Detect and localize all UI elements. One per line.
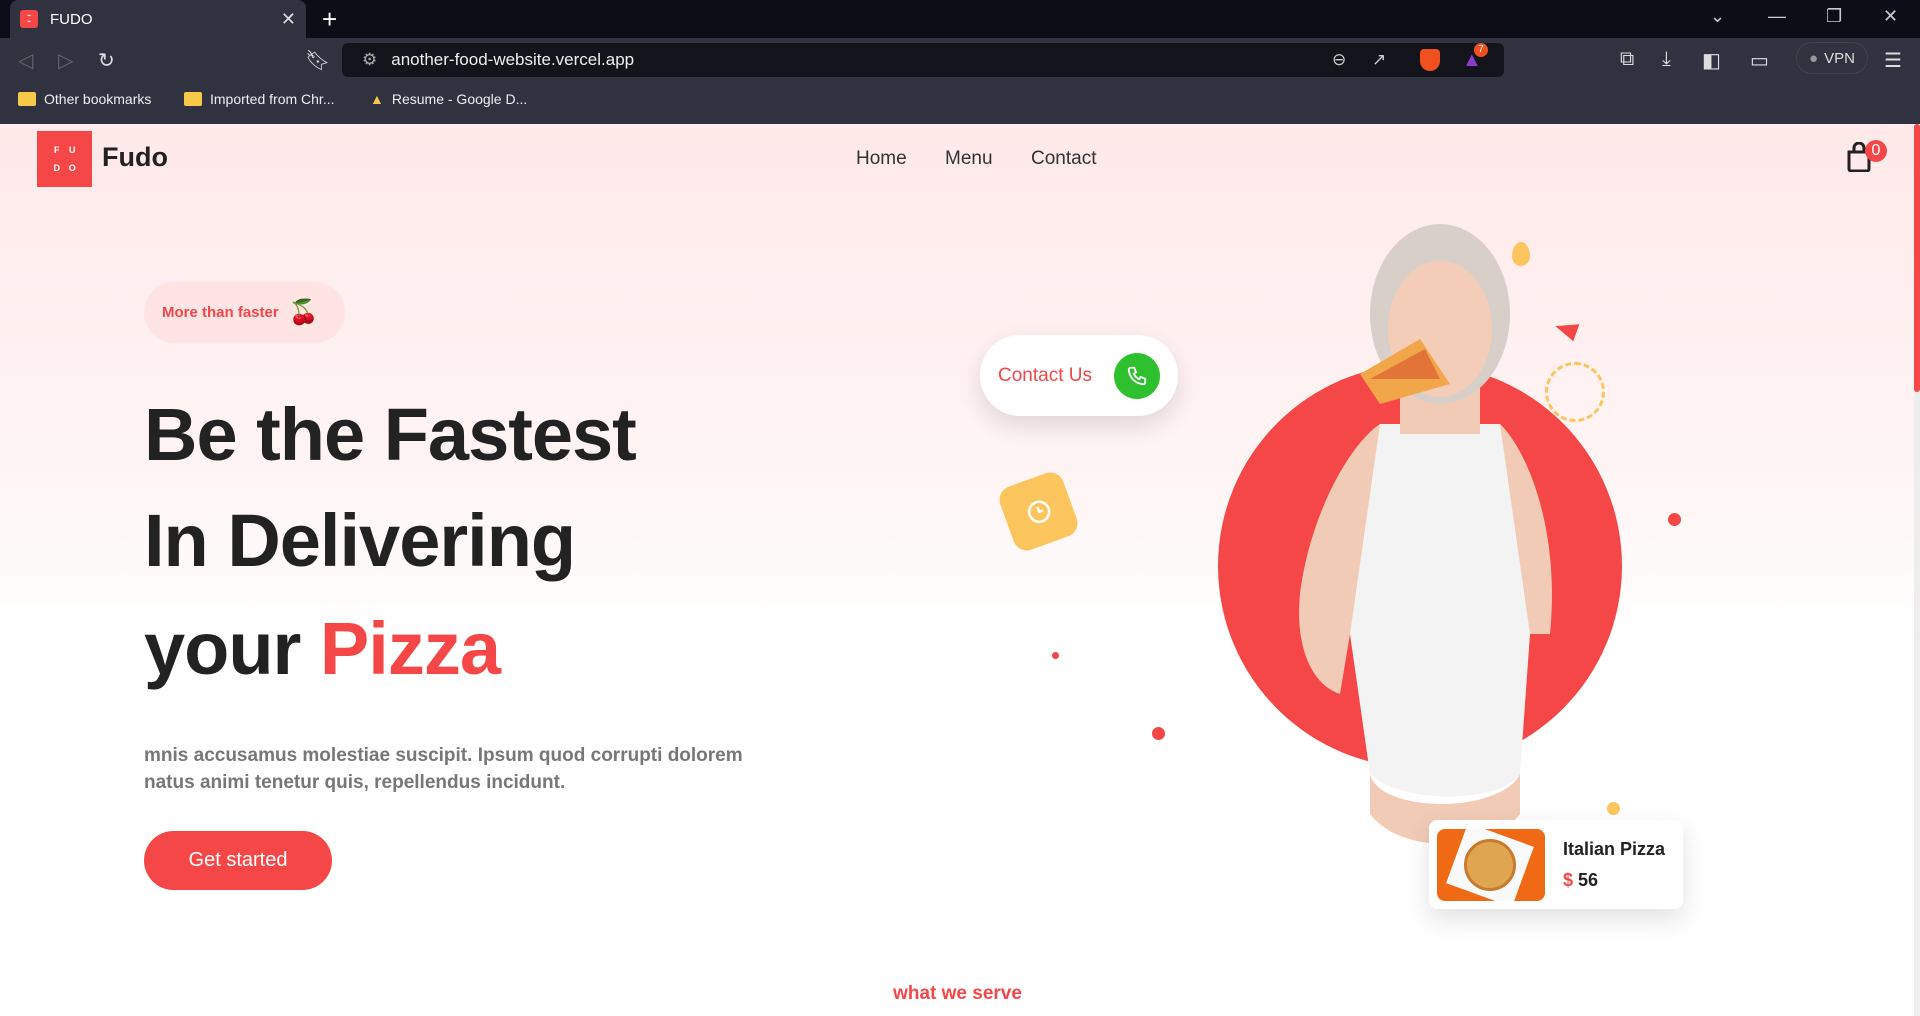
site-settings-icon[interactable]: ⚙ <box>362 50 377 70</box>
badge-text: More than faster <box>162 304 279 321</box>
webpage: FUDO Fudo Home Menu Contact 0 More than … <box>0 124 1920 1016</box>
reload-icon[interactable]: ↻ <box>98 48 115 73</box>
close-window-icon[interactable]: ✕ <box>1883 6 1898 27</box>
contact-label: Contact Us <box>998 364 1092 386</box>
hero-title-line-3: your Pizza <box>144 606 501 691</box>
download-icon[interactable]: ⤓ <box>1662 48 1671 71</box>
bookmark-other[interactable]: Other bookmarks <box>18 91 151 107</box>
bookmark-icon[interactable]: 🔖︎ <box>305 48 330 73</box>
cherry-icon: 🍒 <box>288 299 319 326</box>
contact-us-button[interactable]: Contact Us <box>980 335 1178 416</box>
nav-home[interactable]: Home <box>856 148 907 170</box>
title-prefix: your <box>144 607 320 690</box>
tab-strip: ▪▪ ▪▪ FUDO ✕ + ⌄ — ❐ ✕ <box>0 0 1920 38</box>
get-started-button[interactable]: Get started <box>144 831 332 890</box>
browser-toolbar: ◁ ▷ ↻ 🔖︎ ⚙ another-food-website.vercel.a… <box>0 38 1920 124</box>
logo-letter: O <box>68 163 76 173</box>
new-tab-icon[interactable]: + <box>322 4 337 35</box>
forward-icon[interactable]: ▷ <box>58 48 73 73</box>
hero-description: mnis accusamus molestiae suscipit. Ipsum… <box>144 745 743 793</box>
address-bar[interactable]: ⚙ another-food-website.vercel.app ⊖ ↗ ▲ … <box>342 43 1504 77</box>
sidebar-icon[interactable]: ◧ <box>1702 48 1721 73</box>
flame-icon <box>1512 242 1530 266</box>
hero-title-line-2: In Delivering <box>144 499 576 582</box>
logo[interactable]: FUDO <box>37 131 92 187</box>
vpn-button[interactable]: ● VPN <box>1796 42 1868 74</box>
price-value: 56 <box>1578 869 1599 890</box>
clock-icon <box>1027 500 1050 523</box>
back-icon[interactable]: ◁ <box>18 48 33 73</box>
menu-icon[interactable]: ☰ <box>1884 48 1902 73</box>
close-tab-icon[interactable]: ✕ <box>281 9 296 30</box>
minimize-icon[interactable]: — <box>1768 6 1786 27</box>
favicon-icon: ▪▪ ▪▪ <box>20 10 38 28</box>
italian-pizza-image <box>1437 828 1545 901</box>
decor-dot <box>1052 652 1059 659</box>
browser-tab[interactable]: ▪▪ ▪▪ FUDO ✕ <box>10 0 306 38</box>
logo-letter: U <box>69 145 76 155</box>
folder-icon <box>184 92 202 106</box>
rewards-badge: 7 <box>1474 43 1488 57</box>
scrollbar-thumb[interactable] <box>1914 124 1920 392</box>
scrollbar[interactable] <box>1914 124 1920 1016</box>
clock-tile <box>995 468 1082 555</box>
bookmark-label: Other bookmarks <box>44 91 152 107</box>
google-drive-icon: ▲ <box>370 91 384 107</box>
vpn-label: VPN <box>1824 49 1855 67</box>
wallet-icon[interactable]: ▭ <box>1750 48 1769 73</box>
title-highlight: Pizza <box>319 607 501 690</box>
featured-pizza-card[interactable]: Italian Pizza $ 56 <box>1429 820 1683 909</box>
extensions-icon[interactable]: ⧉ <box>1620 48 1634 71</box>
restore-icon[interactable]: ❐ <box>1826 6 1842 27</box>
card-price: $ 56 <box>1563 870 1665 891</box>
brave-shields-icon[interactable] <box>1420 49 1440 71</box>
section-eyebrow: what we serve <box>893 983 1022 1004</box>
card-title: Italian Pizza <box>1563 838 1666 859</box>
currency-symbol: $ <box>1563 869 1574 890</box>
logo-letter: F <box>54 145 60 155</box>
folder-icon <box>18 92 36 106</box>
dashed-circle-decor <box>1545 362 1605 422</box>
url-text: another-food-website.vercel.app <box>391 50 635 69</box>
woman-eating-pizza-image <box>1299 224 1552 844</box>
bookmark-imported[interactable]: Imported from Chr... <box>184 91 334 107</box>
decor-dot <box>1152 727 1165 740</box>
bookmark-label: Resume - Google D... <box>391 91 528 107</box>
decor-dot <box>1668 513 1681 526</box>
hero-badge: More than faster 🍒 <box>144 282 345 343</box>
brand-name[interactable]: Fudo <box>102 142 168 173</box>
tab-title: FUDO <box>50 10 93 28</box>
zoom-out-icon[interactable]: ⊖ <box>1332 50 1346 70</box>
share-icon[interactable]: ↗ <box>1372 50 1386 70</box>
nav-contact[interactable]: Contact <box>1031 148 1096 170</box>
decor-dot <box>1607 802 1620 815</box>
hero-title-line-1: Be the Fastest <box>144 393 637 476</box>
bookmark-label: Imported from Chr... <box>210 91 335 107</box>
logo-letter: D <box>53 163 61 173</box>
bookmark-resume[interactable]: ▲ Resume - Google D... <box>370 91 527 107</box>
phone-icon <box>1114 352 1160 399</box>
nav-menu[interactable]: Menu <box>945 148 993 170</box>
cart-count-badge: 0 <box>1865 140 1887 162</box>
tab-search-icon[interactable]: ⌄ <box>1710 6 1725 27</box>
